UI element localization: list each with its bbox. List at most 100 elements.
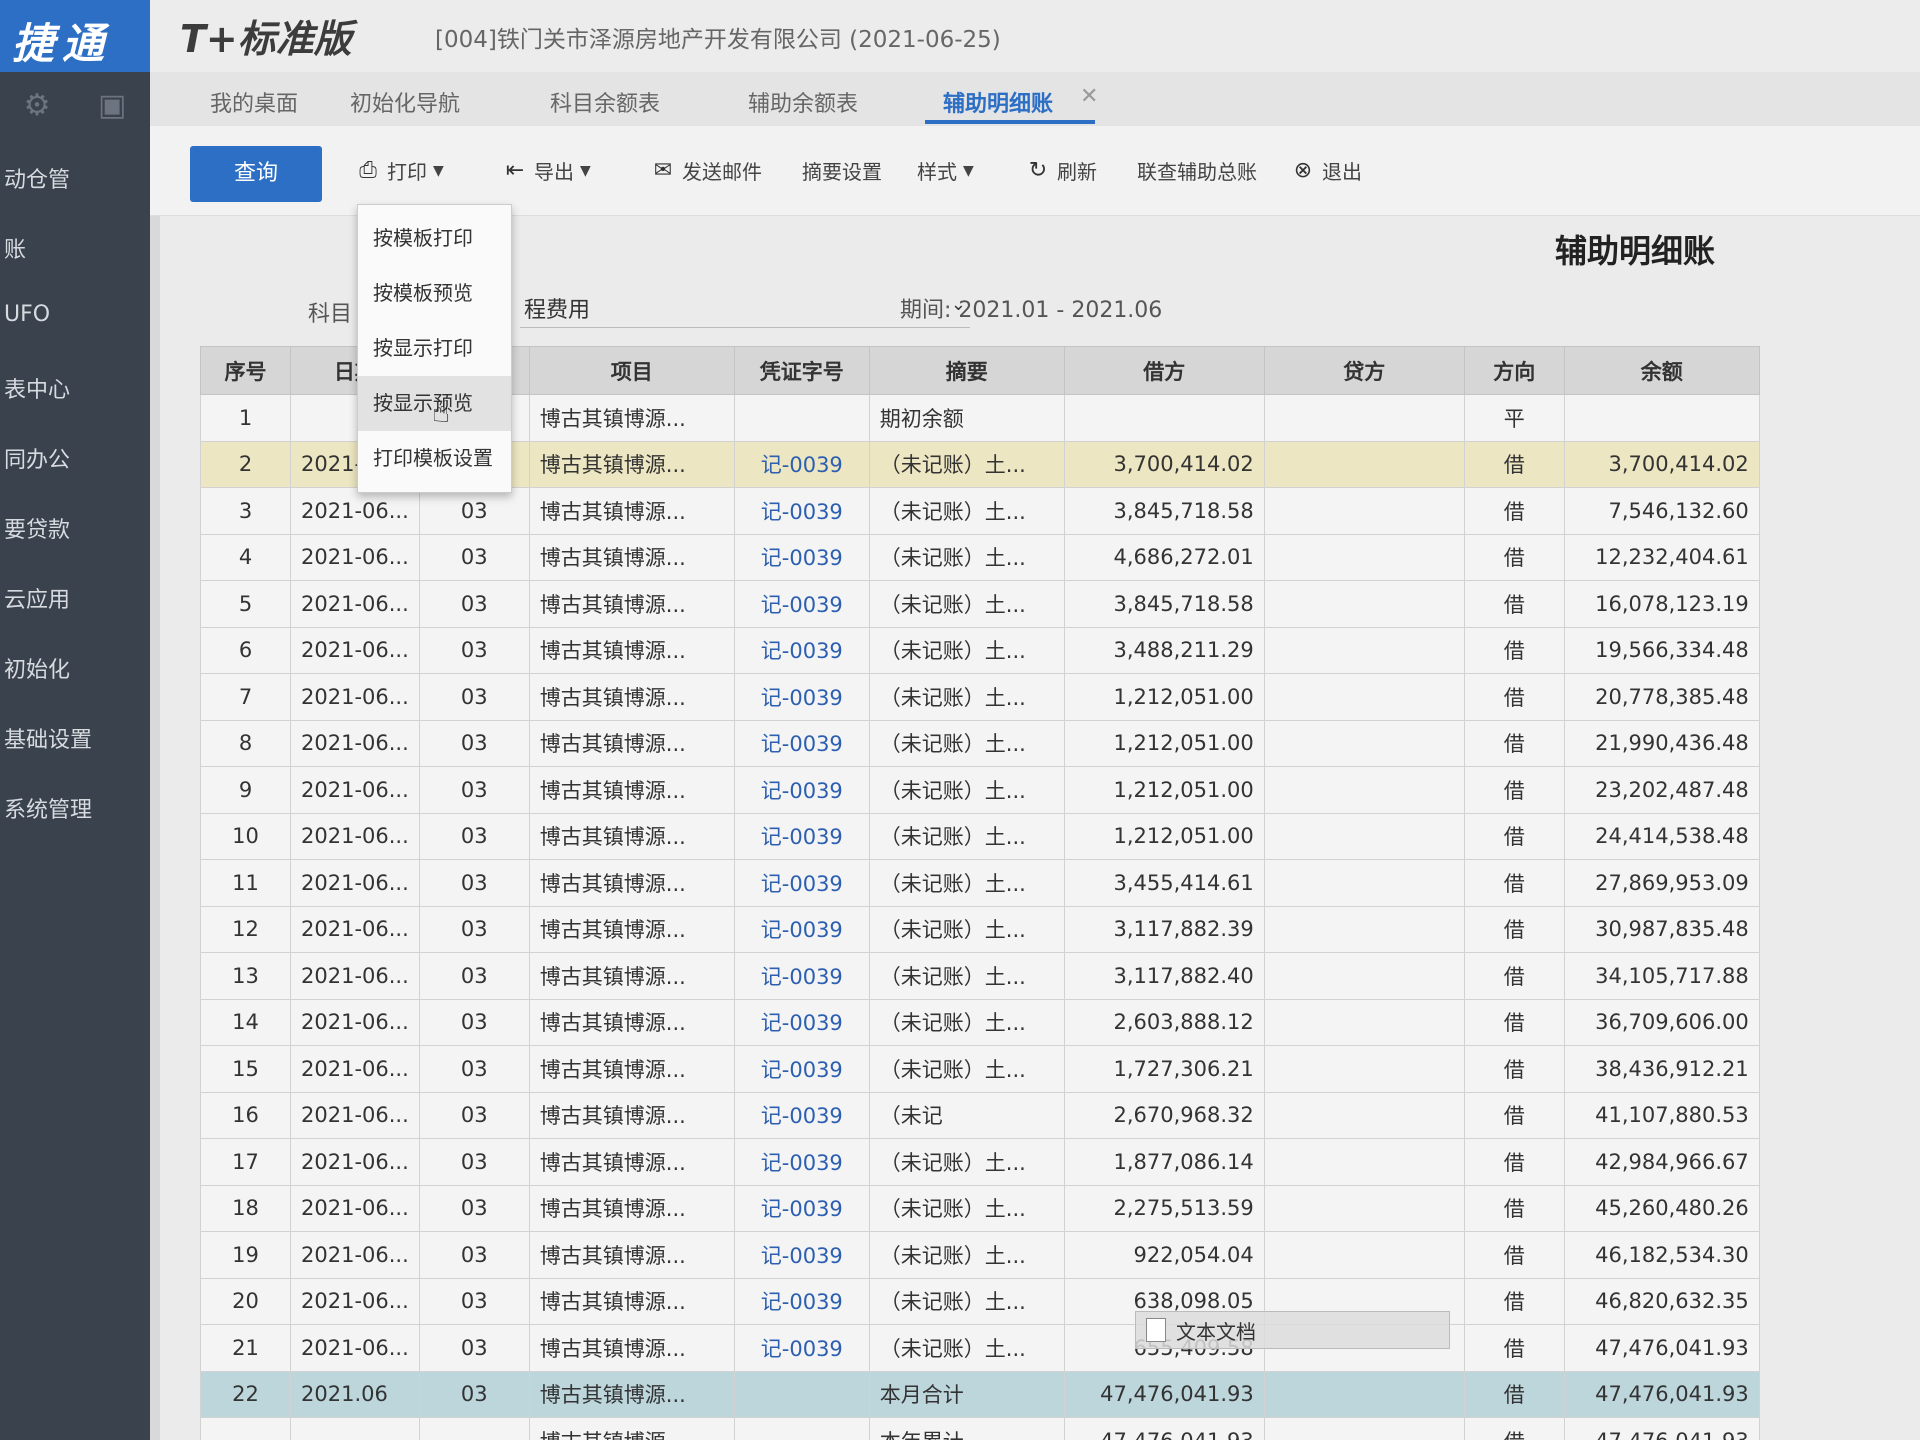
refresh-button[interactable]: ↻ 刷新 [1025, 156, 1097, 185]
table-cell[interactable] [733, 1417, 870, 1440]
print-menu-item[interactable]: 按显示打印 [358, 321, 511, 376]
table-cell[interactable]: 记-0039 [733, 673, 870, 721]
sidebar-item[interactable]: 要贷款 [0, 512, 150, 544]
table-cell [1263, 1231, 1465, 1279]
sidebar-item[interactable]: 动仓管 [0, 162, 150, 194]
column-header[interactable]: 凭证字号 [733, 346, 870, 395]
table-cell[interactable]: 记-0039 [733, 766, 870, 814]
sidebar-item[interactable]: 同办公 [0, 442, 150, 474]
table-row[interactable]: 12 2021-06... 03 博古其镇博源... 记-0039 （未记账）土... 3,… [200, 905, 1760, 953]
column-header[interactable]: 借方 [1063, 346, 1265, 395]
exit-button[interactable]: ⊗ 退出 [1290, 156, 1362, 185]
table-cell: 2 [200, 440, 291, 488]
table-cell[interactable] [733, 1370, 870, 1418]
table-cell[interactable] [733, 394, 870, 442]
table-cell[interactable]: 记-0039 [733, 626, 870, 674]
style-button[interactable]: 样式 ▼ [917, 156, 974, 185]
table-cell: 借 [1463, 487, 1565, 535]
column-header[interactable]: 方向 [1463, 346, 1565, 395]
sidebar-item[interactable]: 账 [0, 232, 150, 264]
table-cell[interactable]: 记-0039 [733, 1231, 870, 1279]
column-header[interactable]: 余额 [1563, 346, 1760, 395]
table-cell[interactable]: 记-0039 [733, 905, 870, 953]
table-cell[interactable]: 记-0039 [733, 580, 870, 628]
table-cell[interactable]: 记-0039 [733, 1324, 870, 1372]
table-row[interactable]: 3 2021-06... 03 博古其镇博源... 记-0039 （未记账）土... 3,8… [200, 487, 1760, 535]
summary-settings-button[interactable]: 摘要设置 [802, 156, 882, 185]
sidebar-item[interactable]: 云应用 [0, 582, 150, 614]
table-cell[interactable]: 记-0039 [733, 859, 870, 907]
sidebar-item[interactable]: 系统管理 [0, 792, 150, 824]
column-header[interactable]: 摘要 [868, 346, 1065, 395]
table-cell[interactable]: 记-0039 [733, 1091, 870, 1139]
table-row[interactable]: 11 2021-06... 03 博古其镇博源... 记-0039 （未记账）土... 3,… [200, 859, 1760, 907]
refresh-icon: ↻ [1028, 157, 1048, 183]
table-cell[interactable]: 记-0039 [733, 1184, 870, 1232]
setup-icon[interactable]: ⚙ [24, 88, 51, 123]
table-cell[interactable]: 记-0039 [733, 998, 870, 1046]
sidebar-item[interactable]: 表中心 [0, 372, 150, 404]
taskbar-popup[interactable]: 文本文档 [1135, 1311, 1450, 1349]
table-cell[interactable]: 记-0039 [733, 952, 870, 1000]
print-menu-item[interactable]: 按模板预览 [358, 266, 511, 321]
table-cell: （未记账）土... [868, 952, 1065, 1000]
table-cell: 03 [418, 719, 530, 767]
export-button[interactable]: ⇤ 导出 ▼ [502, 156, 591, 185]
tab-account-balance[interactable]: 科目余额表 [550, 86, 660, 118]
tab-my-desktop[interactable]: 我的桌面 [210, 86, 298, 118]
table-cell: 1,727,306.21 [1063, 1045, 1265, 1093]
table-row[interactable]: 13 2021-06... 03 博古其镇博源... 记-0039 （未记账）土... 3,… [200, 952, 1760, 1000]
column-header[interactable]: 项目 [528, 346, 735, 395]
table-row[interactable]: 20 2021-06... 03 博古其镇博源... 记-0039 （未记账）土... 63… [200, 1277, 1760, 1325]
table-row[interactable]: 18 2021-06... 03 博古其镇博源... 记-0039 （未记账）土... 2,… [200, 1184, 1760, 1232]
table-row[interactable]: 16 2021-06... 03 博古其镇博源... 记-0039 （未记 2,670,96… [200, 1091, 1760, 1139]
table-row[interactable]: 6 2021-06... 03 博古其镇博源... 记-0039 （未记账）土... 3,4… [200, 626, 1760, 674]
table-row[interactable]: 博古其镇博源...本年累计47,476,041.93借47,476,041.93 [200, 1417, 1760, 1440]
tab-init-nav[interactable]: 初始化导航 [350, 86, 460, 118]
table-row[interactable]: 8 2021-06... 03 博古其镇博源... 记-0039 （未记账）土... 1,2… [200, 719, 1760, 767]
send-mail-button[interactable]: ✉ 发送邮件 [650, 156, 762, 185]
table-cell: 15 [200, 1045, 291, 1093]
sidebar-item[interactable]: 初始化 [0, 652, 150, 684]
table-row[interactable]: 19 2021-06... 03 博古其镇博源... 记-0039 （未记账）土... 92… [200, 1231, 1760, 1279]
table-cell[interactable]: 记-0039 [733, 440, 870, 488]
table-row[interactable]: 4 2021-06... 03 博古其镇博源... 记-0039 （未记账）土... 4,6… [200, 533, 1760, 581]
sidebar-item[interactable]: 基础设置 [0, 722, 150, 754]
linked-summary-button[interactable]: 联查辅助总账 [1137, 156, 1257, 185]
table-row[interactable]: 7 2021-06... 03 博古其镇博源... 记-0039 （未记账）土... 1,2… [200, 673, 1760, 721]
window-icon[interactable]: ▣ [98, 88, 126, 123]
table-cell[interactable]: 记-0039 [733, 719, 870, 767]
table-cell[interactable]: 记-0039 [733, 487, 870, 535]
table-row[interactable]: 14 2021-06... 03 博古其镇博源... 记-0039 （未记账）土... 2,… [200, 998, 1760, 1046]
table-cell: 借 [1463, 859, 1565, 907]
table-cell: 21,990,436.48 [1563, 719, 1760, 767]
table-cell: 47,476,041.93 [1563, 1417, 1760, 1440]
table-cell [1263, 487, 1465, 535]
table-cell: 期初余额 [868, 394, 1065, 442]
column-header[interactable]: 序号 [200, 346, 291, 395]
table-row[interactable]: 5 2021-06... 03 博古其镇博源... 记-0039 （未记账）土... 3,8… [200, 580, 1760, 628]
column-header[interactable]: 贷方 [1263, 346, 1465, 395]
table-row[interactable]: 10 2021-06... 03 博古其镇博源... 记-0039 （未记账）土... 1,… [200, 812, 1760, 860]
query-button[interactable]: 查询 [190, 146, 322, 202]
table-cell: 9 [200, 766, 291, 814]
print-button[interactable]: ⎙ 打印 ▼ [355, 156, 444, 185]
table-cell[interactable]: 记-0039 [733, 1277, 870, 1325]
sidebar-item[interactable]: UFO [0, 302, 150, 327]
table-cell[interactable]: 记-0039 [733, 533, 870, 581]
table-row[interactable]: 212021-06...03博古其镇博源...记-0039（未记账）土...65… [200, 1324, 1760, 1372]
close-tab-icon[interactable]: ✕ [1080, 84, 1098, 109]
table-row[interactable]: 15 2021-06... 03 博古其镇博源... 记-0039 （未记账）土... 1,… [200, 1045, 1760, 1093]
print-menu-item[interactable]: 按模板打印 [358, 211, 511, 266]
table-row[interactable]: 9 2021-06... 03 博古其镇博源... 记-0039 （未记账）土... 1,2… [200, 766, 1760, 814]
table-row[interactable]: 22 2021.06 03 博古其镇博源... 本月合计 47,476,041.93 借 47… [200, 1370, 1760, 1418]
table-cell: 2021-06... [290, 952, 420, 1000]
table-cell[interactable]: 记-0039 [733, 812, 870, 860]
tab-aux-balance[interactable]: 辅助余额表 [748, 86, 858, 118]
print-menu-item[interactable]: 打印模板设置 [358, 431, 511, 486]
tab-aux-detail[interactable]: 辅助明细账 [943, 86, 1053, 118]
table-cell[interactable]: 记-0039 [733, 1138, 870, 1186]
table-cell[interactable]: 记-0039 [733, 1045, 870, 1093]
table-row[interactable]: 17 2021-06... 03 博古其镇博源... 记-0039 （未记账）土... 1,… [200, 1138, 1760, 1186]
table-cell: （未记账）土... [868, 533, 1065, 581]
